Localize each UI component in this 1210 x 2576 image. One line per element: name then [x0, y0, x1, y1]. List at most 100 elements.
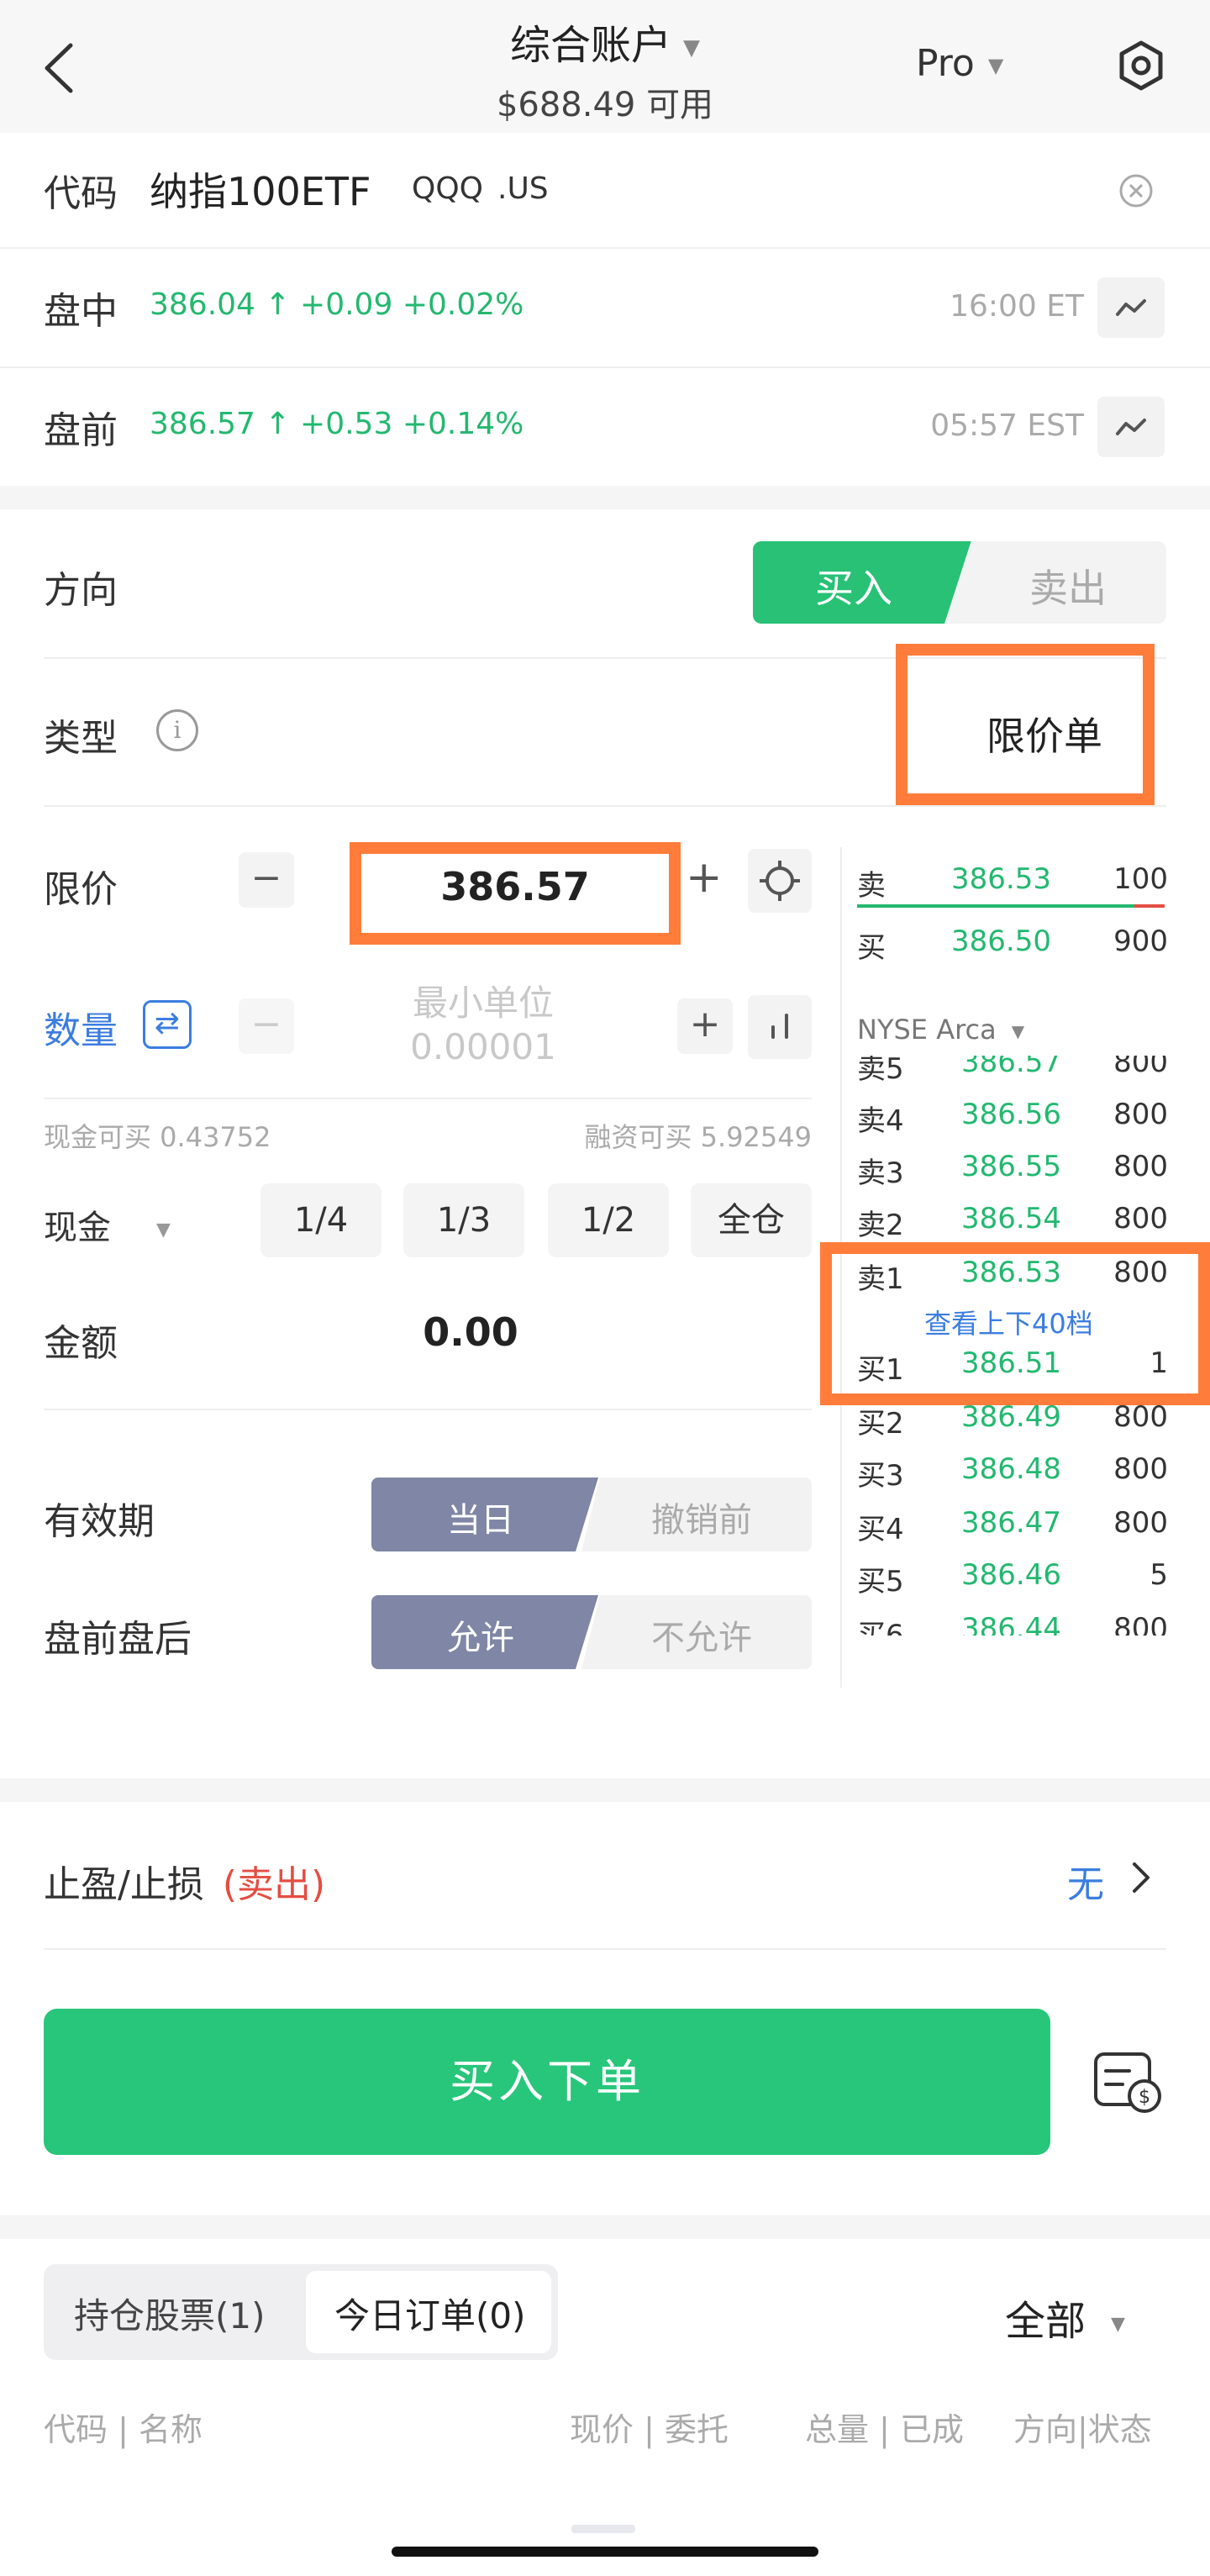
extended-hours-toggle[interactable]: 允许 不允许 — [371, 1595, 812, 1669]
top-ask-qty: 100 — [1113, 862, 1168, 896]
divider — [44, 805, 1166, 807]
svg-text:$: $ — [1139, 2087, 1150, 2108]
divider — [44, 1098, 812, 1099]
depth-row-ask3: 卖3 386.55 800 — [857, 1150, 1168, 1202]
type-label: 类型 — [44, 717, 118, 760]
depth-qty: 800 — [1113, 1452, 1168, 1486]
limit-price-input[interactable]: 386.57 — [350, 842, 681, 945]
filter-selector[interactable]: 全部 ▼ — [1005, 2288, 1125, 2347]
depth-label: 卖5 — [857, 1056, 904, 1086]
quantity-input[interactable]: 最小单位 0.00001 — [345, 982, 622, 1069]
account-switcher[interactable]: 综合账户 ▼ — [0, 12, 1210, 71]
symbol-market: .US — [497, 171, 549, 206]
exchange-selector[interactable]: NYSE Arca ▼ — [857, 1014, 1024, 1046]
stop-loss-row[interactable]: 止盈/止损 (卖出) — [44, 1854, 325, 1908]
limit-label: 限价 — [44, 868, 118, 911]
depth-label: 买4 — [857, 1513, 904, 1546]
section-gap — [0, 1778, 1210, 1802]
header: 综合账户 ▼ $688.49 可用 Pro ▼ — [0, 0, 1210, 133]
positions-tabs: 持仓股票(1) 今日订单(0) — [44, 2264, 558, 2360]
validity-toggle[interactable]: 当日 撤销前 — [371, 1478, 812, 1551]
bars-icon — [771, 1014, 788, 1039]
intraday-price: 386.04 — [150, 287, 255, 322]
validity-day-label: 当日 — [447, 1501, 514, 1540]
depth-row-ask5: 卖5 386.57 800 — [857, 1056, 1168, 1098]
available-balance: $688.49 可用 — [496, 86, 714, 124]
qty-max-button[interactable] — [748, 995, 812, 1059]
ext-allow-label: 允许 — [447, 1619, 514, 1657]
intraday-change: +0.09 — [300, 287, 393, 322]
depth-label: 买6 — [857, 1619, 904, 1636]
settings-icon[interactable] — [1116, 40, 1166, 91]
pay-method-selector[interactable]: 现金 ▼ — [44, 1200, 171, 1249]
bid-ratio-bar — [857, 904, 1134, 908]
depth-qty: 800 — [1113, 1612, 1168, 1636]
up-arrow-icon: ↑ — [265, 287, 291, 322]
divider — [44, 1948, 1166, 1950]
caret-down-icon: ▼ — [1011, 1021, 1025, 1041]
exchange-label: NYSE Arca — [857, 1014, 997, 1046]
submit-order-button[interactable]: 买入下单 — [44, 2009, 1050, 2155]
highlight-box — [820, 1242, 1210, 1405]
premarket-pct: +0.14% — [402, 407, 524, 441]
info-icon[interactable]: i — [156, 709, 198, 751]
divider — [0, 366, 1210, 368]
fraction-quarter-button[interactable]: 1/4 — [260, 1183, 381, 1257]
tab-today-orders[interactable]: 今日订单(0) — [334, 2288, 526, 2339]
top-bid-label: 买 — [857, 931, 886, 965]
col-code-name: 代码 | 名称 — [44, 2411, 203, 2448]
price-increment-button[interactable]: + — [686, 852, 723, 903]
col-quantity: 总量 | 已成 — [805, 2411, 964, 2448]
depth-row-ask4: 卖4 386.56 800 — [857, 1098, 1168, 1150]
symbol-ticker: QQQ — [412, 171, 484, 206]
fraction-half-button[interactable]: 1/2 — [548, 1183, 669, 1257]
price-decrement-button[interactable]: − — [239, 852, 294, 908]
top-ask-label: 卖 — [857, 869, 886, 903]
caret-down-icon: ▼ — [1111, 2313, 1125, 2335]
symbol-label: 代码 — [44, 172, 118, 215]
symbol-name[interactable]: 纳指100ETF — [150, 161, 371, 217]
stop-loss-value[interactable]: 无 — [1067, 1854, 1104, 1908]
depth-label: 卖4 — [857, 1104, 904, 1138]
validity-label: 有效期 — [44, 1500, 155, 1543]
direction-toggle[interactable]: 买入 卖出 — [753, 541, 1166, 624]
intraday-label: 盘中 — [44, 290, 118, 333]
depth-qty: 800 — [1113, 1056, 1168, 1079]
section-gap — [0, 486, 1210, 509]
trend-icon — [1116, 419, 1146, 435]
qty-increment-button[interactable]: + — [677, 998, 733, 1054]
col-price: 现价 | 委托 — [570, 2411, 729, 2448]
account-title: 综合账户 — [509, 22, 671, 69]
cash-can-buy: 现金可买 0.43752 — [44, 1121, 271, 1153]
qty-decrement-button[interactable]: − — [239, 998, 294, 1054]
caret-down-icon: ▼ — [683, 35, 700, 61]
chevron-right-icon[interactable] — [1128, 1859, 1153, 1896]
top-bid-qty: 900 — [1113, 925, 1168, 958]
mode-selector[interactable]: Pro ▼ — [916, 42, 1003, 85]
trend-icon — [1116, 299, 1146, 316]
qty-placeholder-line1: 最小单位 — [412, 982, 554, 1024]
depth-qty: 800 — [1113, 1400, 1168, 1434]
qty-placeholder-line2: 0.00001 — [410, 1026, 556, 1067]
direction-label: 方向 — [44, 569, 118, 612]
clear-icon[interactable] — [1118, 172, 1155, 209]
premarket-chart-button[interactable] — [1097, 397, 1165, 457]
depth-price: 386.55 — [961, 1150, 1061, 1183]
depth-label: 卖2 — [857, 1209, 904, 1242]
quantity-label[interactable]: 数量 — [44, 1000, 118, 1054]
switch-unit-icon[interactable]: ⇄ — [143, 1000, 192, 1049]
pay-method-label: 现金 — [44, 1209, 111, 1247]
depth-price: 386.56 — [961, 1098, 1061, 1131]
depth-price: 386.44 — [961, 1612, 1061, 1636]
fraction-third-button[interactable]: 1/3 — [403, 1183, 524, 1257]
price-locate-button[interactable] — [748, 849, 812, 913]
depth-price: 386.46 — [961, 1558, 1061, 1592]
fraction-all-button[interactable]: 全仓 — [691, 1183, 812, 1257]
amount-label: 金额 — [44, 1322, 118, 1365]
intraday-chart-button[interactable] — [1097, 277, 1165, 338]
extended-hours-label: 盘前盘后 — [44, 1618, 192, 1661]
tab-holdings[interactable]: 持仓股票(1) — [74, 2288, 266, 2339]
depth-row-bid4: 买4 386.47 800 — [857, 1506, 1168, 1558]
order-ticket-icon[interactable]: $ — [1091, 2049, 1165, 2116]
stop-loss-label: 止盈/止损 — [44, 1863, 204, 1906]
